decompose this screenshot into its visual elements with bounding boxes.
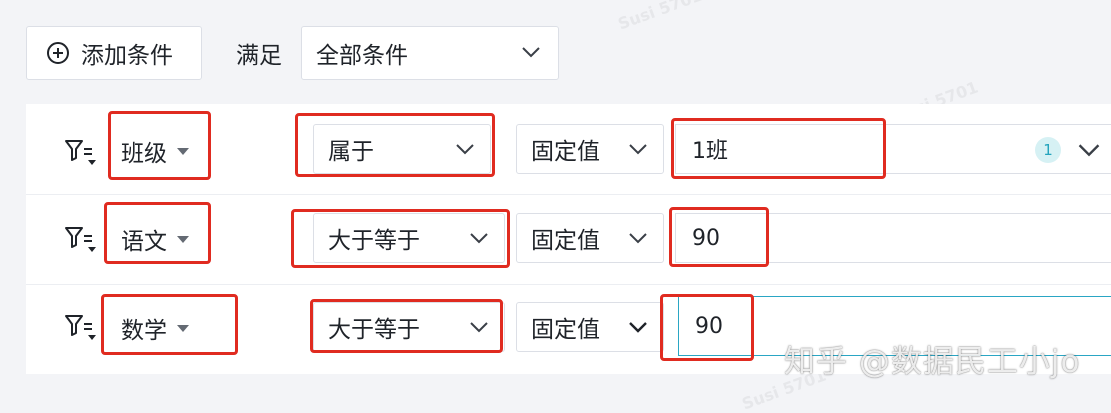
operator-select[interactable]: 大于等于	[313, 213, 505, 263]
caret-down-icon	[177, 147, 189, 155]
field-name: 语文	[121, 229, 167, 255]
field-name: 班级	[121, 141, 167, 167]
selected-count-badge: 1	[1035, 137, 1061, 163]
field-selector[interactable]: 班级	[121, 136, 189, 167]
filter-icon[interactable]	[64, 225, 98, 253]
field-selector[interactable]: 数学	[121, 313, 189, 344]
match-mode-value: 全部条件	[316, 43, 408, 69]
background-mark: Susi 5701	[615, 0, 705, 34]
operator-select[interactable]: 属于	[313, 124, 491, 174]
value-text: 90	[692, 225, 720, 251]
field-selector[interactable]: 语文	[121, 224, 189, 255]
operator-select[interactable]: 大于等于	[313, 302, 505, 352]
value-type-select[interactable]: 固定值	[516, 302, 664, 352]
chevron-down-icon	[629, 322, 647, 333]
operator-value: 大于等于	[328, 317, 420, 343]
add-condition-button[interactable]: 添加条件	[26, 26, 202, 80]
chevron-down-icon	[456, 144, 474, 155]
row-divider	[26, 284, 1111, 285]
row-divider	[26, 194, 1111, 195]
caret-down-icon	[177, 235, 189, 243]
value-input[interactable]: 90	[675, 213, 1111, 263]
plus-circle-icon	[47, 42, 69, 64]
operator-value: 大于等于	[328, 228, 420, 254]
value-type-select[interactable]: 固定值	[516, 213, 664, 263]
chevron-down-icon	[629, 233, 647, 244]
value-type: 固定值	[531, 228, 600, 254]
chevron-down-icon[interactable]	[1076, 137, 1102, 163]
operator-value: 属于	[328, 139, 374, 165]
value-type: 固定值	[531, 317, 600, 343]
chevron-down-icon	[522, 47, 540, 58]
source-watermark: 知乎 @数据民工小jo	[784, 344, 1081, 380]
field-name: 数学	[121, 318, 167, 344]
value-text: 90	[695, 313, 723, 339]
value-type: 固定值	[531, 139, 600, 165]
chevron-down-icon	[470, 322, 488, 333]
match-mode-select[interactable]: 全部条件	[301, 26, 559, 80]
chevron-down-icon	[629, 144, 647, 155]
value-text: 1班	[692, 139, 728, 164]
satisfy-label: 满足	[236, 43, 282, 69]
caret-down-icon	[177, 324, 189, 332]
filter-icon[interactable]	[64, 313, 98, 341]
filter-icon[interactable]	[64, 138, 98, 166]
value-type-select[interactable]: 固定值	[516, 124, 664, 174]
chevron-down-icon	[470, 233, 488, 244]
add-condition-label: 添加条件	[81, 43, 173, 69]
